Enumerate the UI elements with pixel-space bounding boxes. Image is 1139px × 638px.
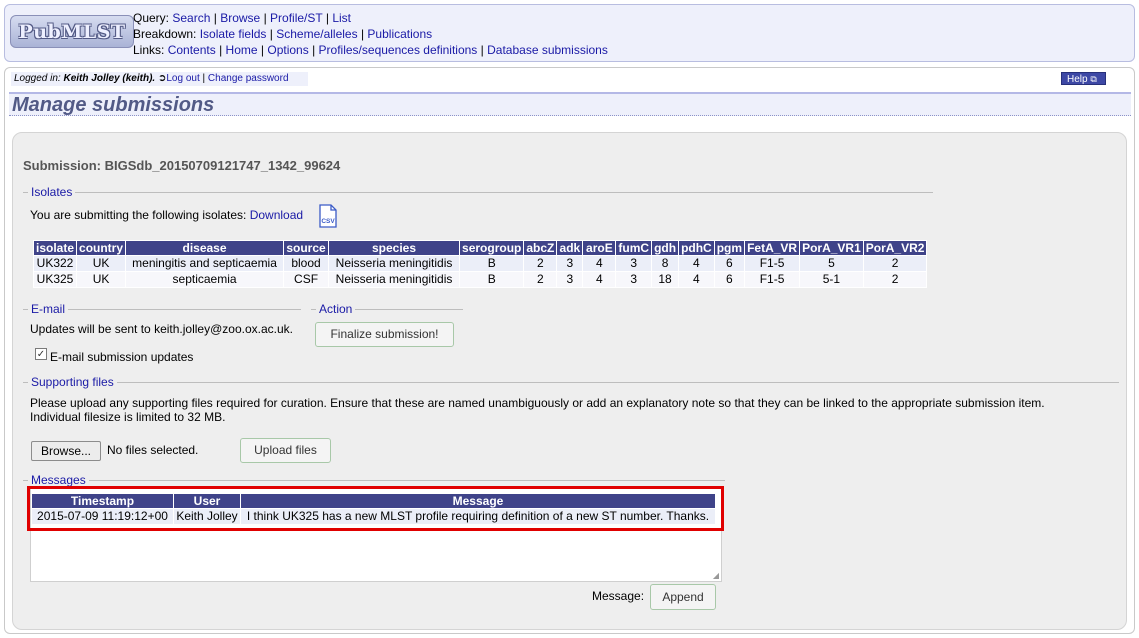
supporting-files-fieldset: Supporting files: [23, 375, 1119, 389]
links-row: Links: Contents | Home | Options | Profi…: [133, 43, 608, 57]
action-fieldset: Action: [311, 302, 463, 316]
supporting-files-legend: Supporting files: [28, 375, 117, 389]
change-password-link[interactable]: Change password: [208, 73, 289, 84]
isolates-header-row: isolate country disease source species s…: [32, 240, 928, 256]
table-row: UK322 UK meningitis and septicaemia bloo…: [32, 255, 928, 272]
messages-fieldset: Messages: [23, 473, 725, 487]
logout-link[interactable]: Log out: [166, 73, 199, 84]
checkmark-icon: ✓: [36, 349, 46, 360]
header-nav: Query: Search | Browse | Profile/ST | Li…: [133, 10, 608, 58]
nav-scheme-alleles-link[interactable]: Scheme/alleles: [276, 27, 357, 41]
external-link-icon: ⧉: [1090, 74, 1097, 84]
no-files-label: No files selected.: [107, 443, 199, 457]
nav-browse-link[interactable]: Browse: [220, 11, 260, 25]
isolates-fieldset: Isolates: [23, 185, 933, 199]
email-updates-label: E-mail submission updates: [50, 350, 194, 364]
nav-home-link[interactable]: Home: [226, 43, 258, 57]
main-panel: Logged in: Keith Jolley (keith). ➲Log ou…: [4, 67, 1135, 634]
messages-legend: Messages: [28, 473, 89, 487]
page-title-bar: Manage submissions: [9, 92, 1131, 116]
resize-grip-icon[interactable]: ◢: [713, 571, 719, 580]
nav-isolate-fields-link[interactable]: Isolate fields: [200, 27, 267, 41]
download-link[interactable]: Download: [250, 208, 303, 222]
isolates-intro: You are submitting the following isolate…: [30, 208, 304, 222]
logo-text: PubMLST: [18, 20, 126, 43]
csv-file-icon[interactable]: CSV: [318, 204, 338, 228]
help-button[interactable]: Help ⧉: [1061, 72, 1106, 85]
breakdown-row: Breakdown: Isolate fields | Scheme/allel…: [133, 27, 433, 41]
append-button[interactable]: Append: [650, 584, 716, 610]
logged-in-user: Keith Jolley (keith).: [63, 73, 156, 84]
email-text: Updates will be sent to keith.jolley@zoo…: [30, 322, 293, 336]
email-fieldset: E-mail: [23, 302, 301, 316]
nav-profile-st-link[interactable]: Profile/ST: [270, 11, 322, 25]
message-label: Message:: [592, 589, 645, 603]
page-title: Manage submissions: [12, 94, 215, 116]
site-header: PubMLST Query: Search | Browse | Profile…: [4, 4, 1135, 62]
nav-search-link[interactable]: Search: [172, 11, 210, 25]
login-bar: Logged in: Keith Jolley (keith). ➲Log ou…: [11, 72, 308, 86]
table-row: UK325 UK septicaemia CSF Neisseria menin…: [32, 271, 928, 288]
browse-button[interactable]: Browse...: [31, 441, 101, 461]
email-legend: E-mail: [28, 302, 69, 316]
supporting-files-text: Please upload any supporting files requi…: [30, 396, 1045, 424]
query-row: Query: Search | Browse | Profile/ST | Li…: [133, 11, 351, 25]
nav-database-submissions-link[interactable]: Database submissions: [487, 43, 608, 57]
nav-profiles-sequences-link[interactable]: Profiles/sequences definitions: [319, 43, 478, 57]
isolates-table: isolate country disease source species s…: [32, 240, 928, 288]
upload-files-button[interactable]: Upload files: [240, 438, 331, 463]
action-legend: Action: [316, 302, 356, 316]
nav-options-link[interactable]: Options: [267, 43, 308, 57]
finalize-submission-button[interactable]: Finalize submission!: [315, 322, 454, 347]
submission-title: Submission: BIGSdb_20150709121747_1342_9…: [23, 158, 341, 173]
highlight-box: [27, 486, 724, 531]
email-updates-checkbox[interactable]: ✓: [35, 348, 47, 360]
pubmlst-logo[interactable]: PubMLST: [10, 15, 134, 48]
nav-contents-link[interactable]: Contents: [168, 43, 216, 57]
isolates-legend: Isolates: [28, 185, 76, 199]
svg-text:CSV: CSV: [321, 218, 335, 225]
nav-publications-link[interactable]: Publications: [367, 27, 432, 41]
nav-list-link[interactable]: List: [332, 11, 351, 25]
